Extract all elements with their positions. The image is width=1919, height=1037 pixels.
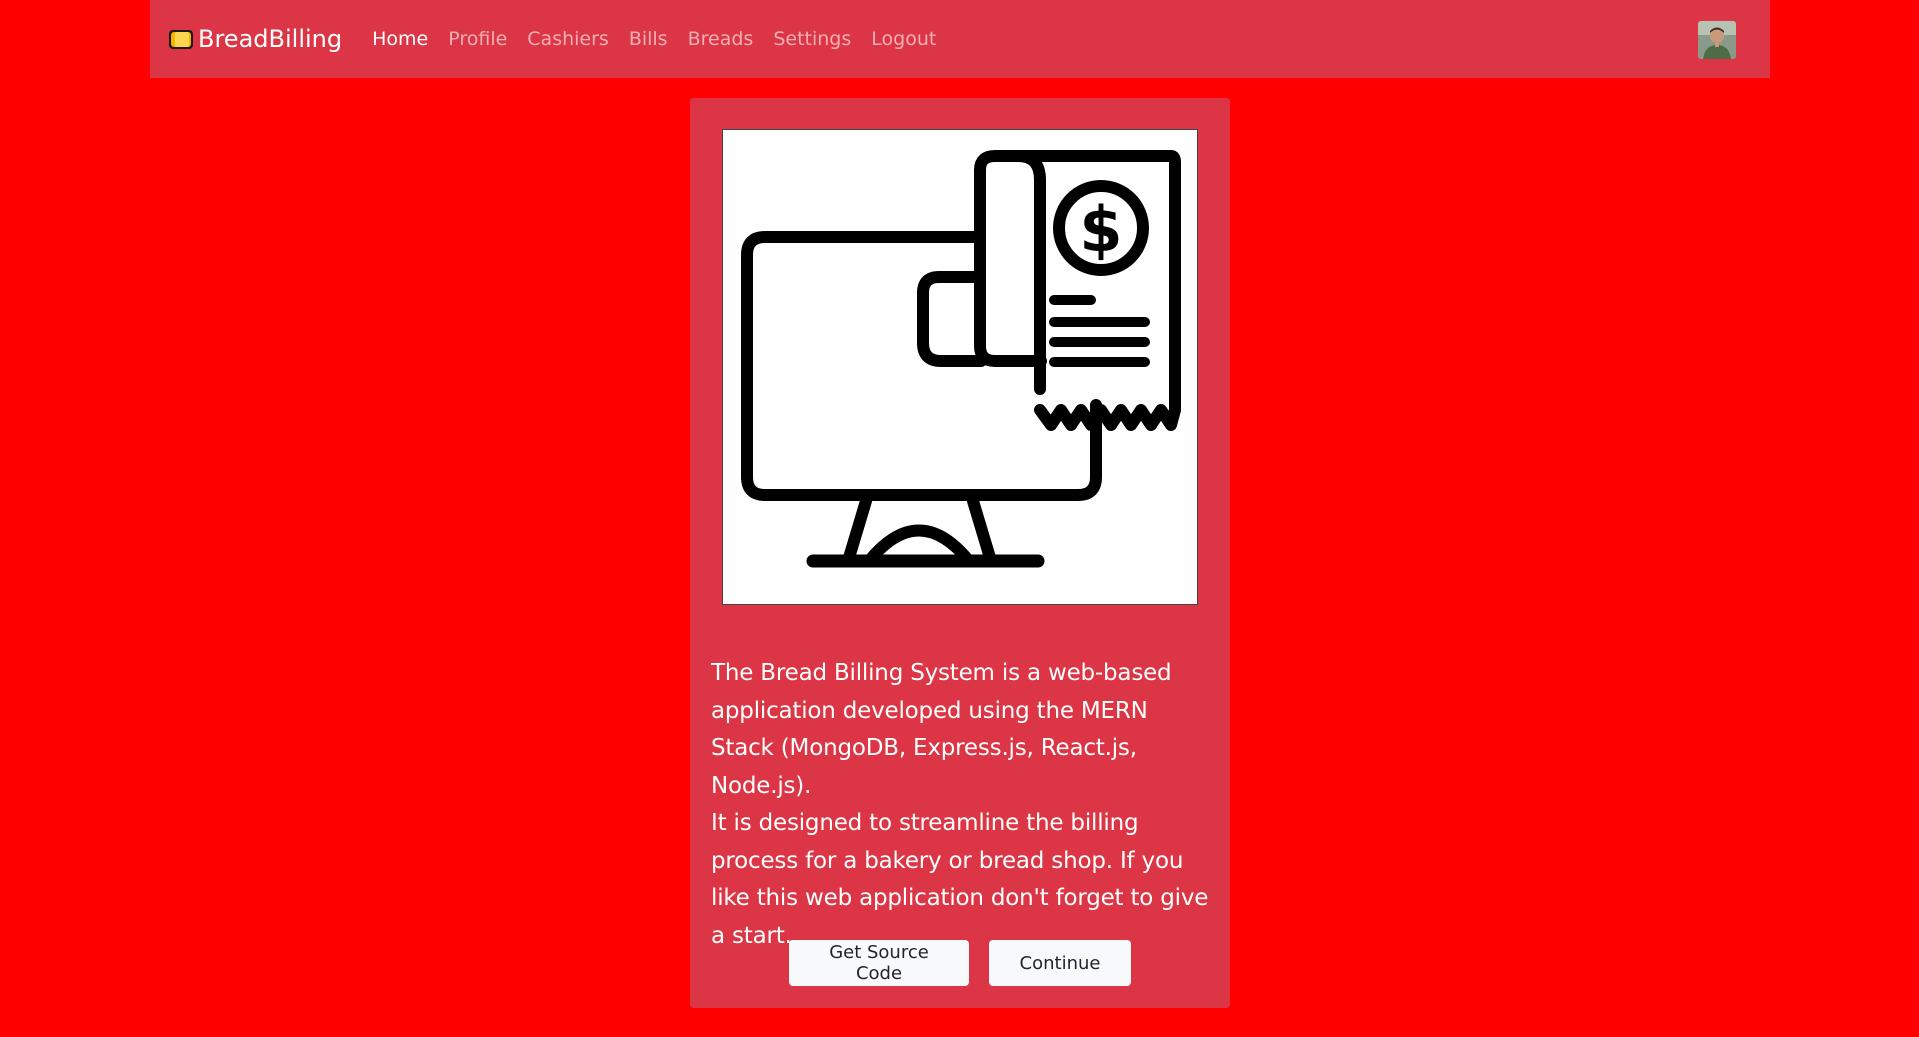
nav-settings[interactable]: Settings [773, 28, 851, 50]
nav-links: Home Profile Cashiers Bills Breads Setti… [372, 28, 956, 50]
description: The Bread Billing System is a web-based … [711, 655, 1211, 955]
description-paragraph-1: The Bread Billing System is a web-based … [711, 660, 1172, 799]
description-paragraph-2: It is designed to streamline the billing… [711, 810, 1209, 949]
welcome-card: $ The Bread Billing System is a web-base… [690, 98, 1230, 1008]
brand-name: BreadBilling [198, 25, 343, 53]
get-source-code-button[interactable]: Get Source Code [789, 940, 969, 986]
user-avatar[interactable] [1698, 21, 1736, 59]
svg-text:$: $ [1079, 193, 1122, 266]
navbar: BreadBilling Home Profile Cashiers Bills… [150, 0, 1770, 78]
nav-bills[interactable]: Bills [629, 28, 668, 50]
nav-home[interactable]: Home [372, 28, 428, 50]
nav-breads[interactable]: Breads [688, 28, 754, 50]
brand-link[interactable]: BreadBilling [168, 25, 342, 53]
action-buttons: Get Source Code Continue [690, 940, 1230, 986]
bread-icon [168, 28, 194, 50]
nav-cashiers[interactable]: Cashiers [527, 28, 609, 50]
billing-monitor-receipt-icon: $ [722, 129, 1198, 605]
nav-logout[interactable]: Logout [871, 28, 936, 50]
nav-profile[interactable]: Profile [448, 28, 507, 50]
continue-button[interactable]: Continue [989, 940, 1131, 986]
